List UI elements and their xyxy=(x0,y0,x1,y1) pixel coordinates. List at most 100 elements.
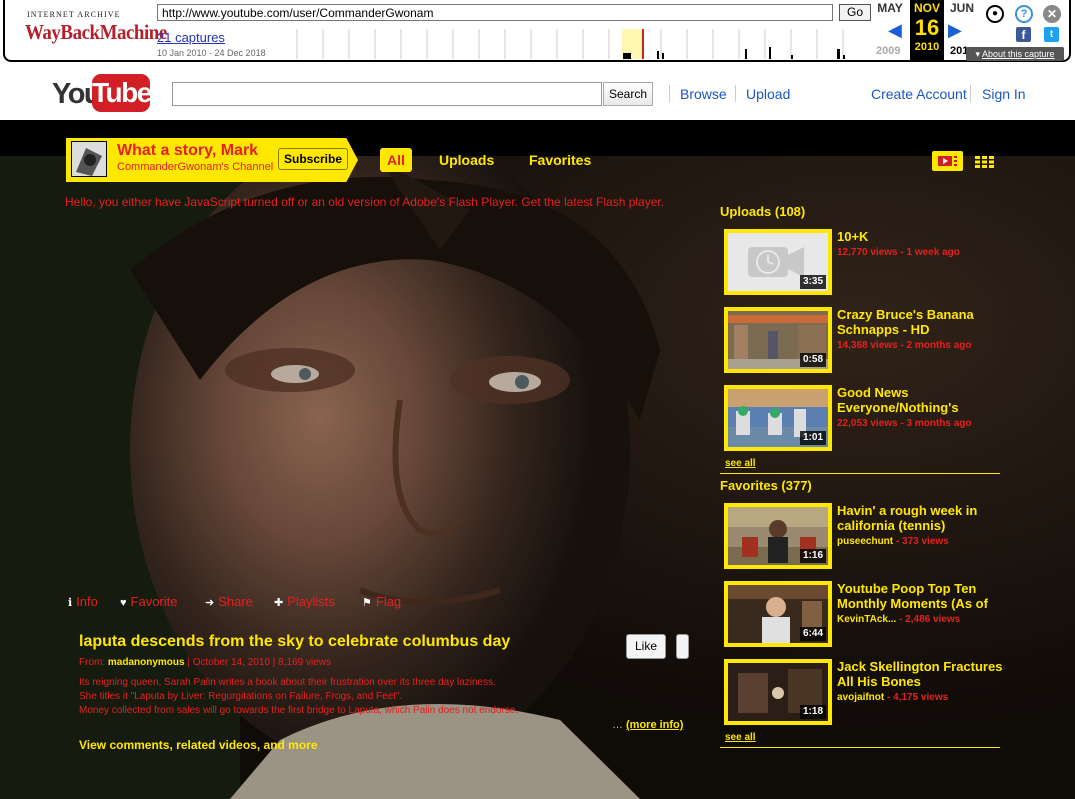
uploads-heading[interactable]: Uploads (108) xyxy=(720,204,805,219)
video-duration: 6:44 xyxy=(799,627,826,641)
flag-label: Flag xyxy=(375,594,402,609)
avatar-image xyxy=(72,142,106,176)
info-action[interactable]: ℹ Info xyxy=(68,594,98,609)
video-author[interactable]: puseechunt xyxy=(837,536,893,547)
share-action[interactable]: ➜ Share xyxy=(205,594,253,609)
like-count-button[interactable] xyxy=(676,634,689,659)
search-input[interactable] xyxy=(172,82,602,106)
video-views: - 2,486 views xyxy=(899,614,961,625)
prev-arrow-icon[interactable]: ◀ xyxy=(888,20,902,41)
favorite-item[interactable]: 6:44 Youtube Poop Top Ten Monthly Moment… xyxy=(724,581,1004,647)
about-this-capture[interactable]: ▾ About this capture xyxy=(966,47,1064,61)
video-author[interactable]: avojaifnot xyxy=(837,692,884,703)
wayback-logo[interactable]: INTERNET ARCHIVE WayBackMachine xyxy=(25,8,167,48)
grid-view-icon[interactable] xyxy=(974,155,996,169)
favorite-action[interactable]: ♥ Favorite xyxy=(120,594,178,609)
upload-item[interactable]: 1:01 Good News Everyone/Nothing's 22,053… xyxy=(724,385,1004,451)
channel-title[interactable]: What a story, Mark xyxy=(117,142,258,160)
video-views: - 4,175 views xyxy=(887,692,949,703)
wayback-logo-line2: WayBackMachine xyxy=(25,20,167,44)
youtube-header: You Tube Search Browse Upload Create Acc… xyxy=(0,66,1075,120)
month-next[interactable]: JUN xyxy=(944,1,980,15)
wayback-captures-link[interactable]: 21 captures xyxy=(157,30,225,45)
video-thumbnail[interactable]: 3:35 xyxy=(724,229,832,295)
upload-item[interactable]: 0:58 Crazy Bruce's Banana Schnapps - HD … xyxy=(724,307,1004,373)
favorite-item[interactable]: 1:18 Jack Skellington Fractures All His … xyxy=(724,659,1004,725)
more-info-link[interactable]: (more info) xyxy=(626,719,683,731)
channel-avatar[interactable] xyxy=(71,141,107,177)
upload-item[interactable]: 3:35 10+K 12,770 views - 1 week ago xyxy=(724,229,1004,295)
next-arrow-icon[interactable]: ▶ xyxy=(948,20,962,41)
flash-warning[interactable]: Hello, you either have JavaScript turned… xyxy=(65,195,664,209)
upload-link[interactable]: Upload xyxy=(746,86,790,102)
share-label: Share xyxy=(218,594,253,609)
divider xyxy=(720,473,1000,474)
favorites-heading[interactable]: Favorites (377) xyxy=(720,478,812,493)
playlists-action[interactable]: ✚ Playlists xyxy=(274,594,335,609)
favorite-label: Favorite xyxy=(130,594,178,609)
video-duration: 1:18 xyxy=(799,705,826,719)
video-title[interactable]: Crazy Bruce's Banana Schnapps - HD xyxy=(837,307,1005,337)
sign-in-link[interactable]: Sign In xyxy=(982,86,1026,102)
share-arrow-icon: ➜ xyxy=(205,597,215,609)
video-title[interactable]: Youtube Poop Top Ten Monthly Moments (As… xyxy=(837,581,1005,611)
playlists-label: Playlists xyxy=(287,594,335,609)
video-thumbnail[interactable]: 1:16 xyxy=(724,503,832,569)
flag-icon: ⚑ xyxy=(362,597,372,609)
video-author[interactable]: KevinTAck... xyxy=(837,614,896,625)
video-meta: 14,368 views - 2 months ago xyxy=(837,340,972,351)
video-title[interactable]: Jack Skellington Fractures All His Bones xyxy=(837,659,1005,689)
tab-uploads[interactable]: Uploads xyxy=(439,152,494,168)
tab-favorites[interactable]: Favorites xyxy=(529,152,591,168)
year-prev[interactable]: 2009 xyxy=(876,45,900,57)
video-thumbnail[interactable]: 1:18 xyxy=(724,659,832,725)
wayback-capture-sparkline[interactable] xyxy=(271,29,871,59)
video-meta: avojaifnot - 4,175 views xyxy=(837,692,948,703)
heart-icon: ♥ xyxy=(120,597,127,609)
wayback-url-input[interactable] xyxy=(157,4,833,21)
create-account-link[interactable]: Create Account xyxy=(871,86,967,102)
twitter-icon[interactable]: t xyxy=(1044,27,1059,42)
user-icon[interactable]: ● xyxy=(986,5,1004,23)
player-view-icon[interactable] xyxy=(932,151,963,171)
view-comments-link[interactable]: View comments, related videos, and more xyxy=(79,738,318,752)
video-meta: From: madanonymous | October 14, 2010 | … xyxy=(79,657,331,668)
day-current: 16 xyxy=(914,15,940,40)
wayback-calendar: MAY ◀ NOV 16 2010 ▶ JUN 2009 201 xyxy=(872,0,980,62)
channel-page: What a story, Mark CommanderGwonam's Cha… xyxy=(0,120,1075,799)
video-thumbnail[interactable]: 6:44 xyxy=(724,581,832,647)
facebook-icon[interactable]: f xyxy=(1016,27,1031,42)
video-title[interactable]: laputa descends from the sky to celebrat… xyxy=(79,633,510,651)
video-views: - 373 views xyxy=(895,536,949,547)
like-button[interactable]: Like xyxy=(626,634,666,659)
favorites-see-all-link[interactable]: see all xyxy=(725,732,756,743)
video-duration: 1:01 xyxy=(799,431,826,445)
help-icon[interactable]: ? xyxy=(1015,5,1033,23)
subscribe-button[interactable]: Subscribe xyxy=(278,148,348,170)
favorite-item[interactable]: 1:16 Havin' a rough week in california (… xyxy=(724,503,1004,569)
youtube-logo-tube[interactable]: Tube xyxy=(92,74,152,112)
about-label: About this capture xyxy=(981,49,1055,59)
uploads-see-all-link[interactable]: see all xyxy=(725,458,756,469)
browse-link[interactable]: Browse xyxy=(680,86,727,102)
video-description-line2: She titles it "Laputa by Liver: Regurgit… xyxy=(79,691,403,702)
close-icon[interactable]: ✕ xyxy=(1043,5,1061,23)
flag-action[interactable]: ⚑ Flag xyxy=(362,594,401,609)
channel-header-box: What a story, Mark CommanderGwonam's Cha… xyxy=(66,138,358,182)
wayback-go-button[interactable]: Go xyxy=(839,4,871,21)
tab-all[interactable]: All xyxy=(380,148,412,172)
video-title[interactable]: 10+K xyxy=(837,229,1005,244)
wayback-toolbar: INTERNET ARCHIVE WayBackMachine Go 21 ca… xyxy=(0,0,1075,66)
search-button[interactable]: Search xyxy=(603,82,653,106)
video-title[interactable]: Good News Everyone/Nothing's xyxy=(837,385,1005,415)
video-author[interactable]: madanonymous xyxy=(108,657,185,668)
month-prev[interactable]: MAY xyxy=(872,1,908,15)
video-thumbnail[interactable]: 1:01 xyxy=(724,385,832,451)
video-duration: 0:58 xyxy=(799,353,826,367)
ellipsis: … xyxy=(612,719,623,731)
video-title[interactable]: Havin' a rough week in california (tenni… xyxy=(837,503,1005,533)
video-meta: 22,053 views - 3 months ago xyxy=(837,418,972,429)
wayback-logo-line1: INTERNET ARCHIVE xyxy=(27,10,121,19)
video-thumbnail[interactable]: 0:58 xyxy=(724,307,832,373)
from-label: From: xyxy=(79,657,106,668)
